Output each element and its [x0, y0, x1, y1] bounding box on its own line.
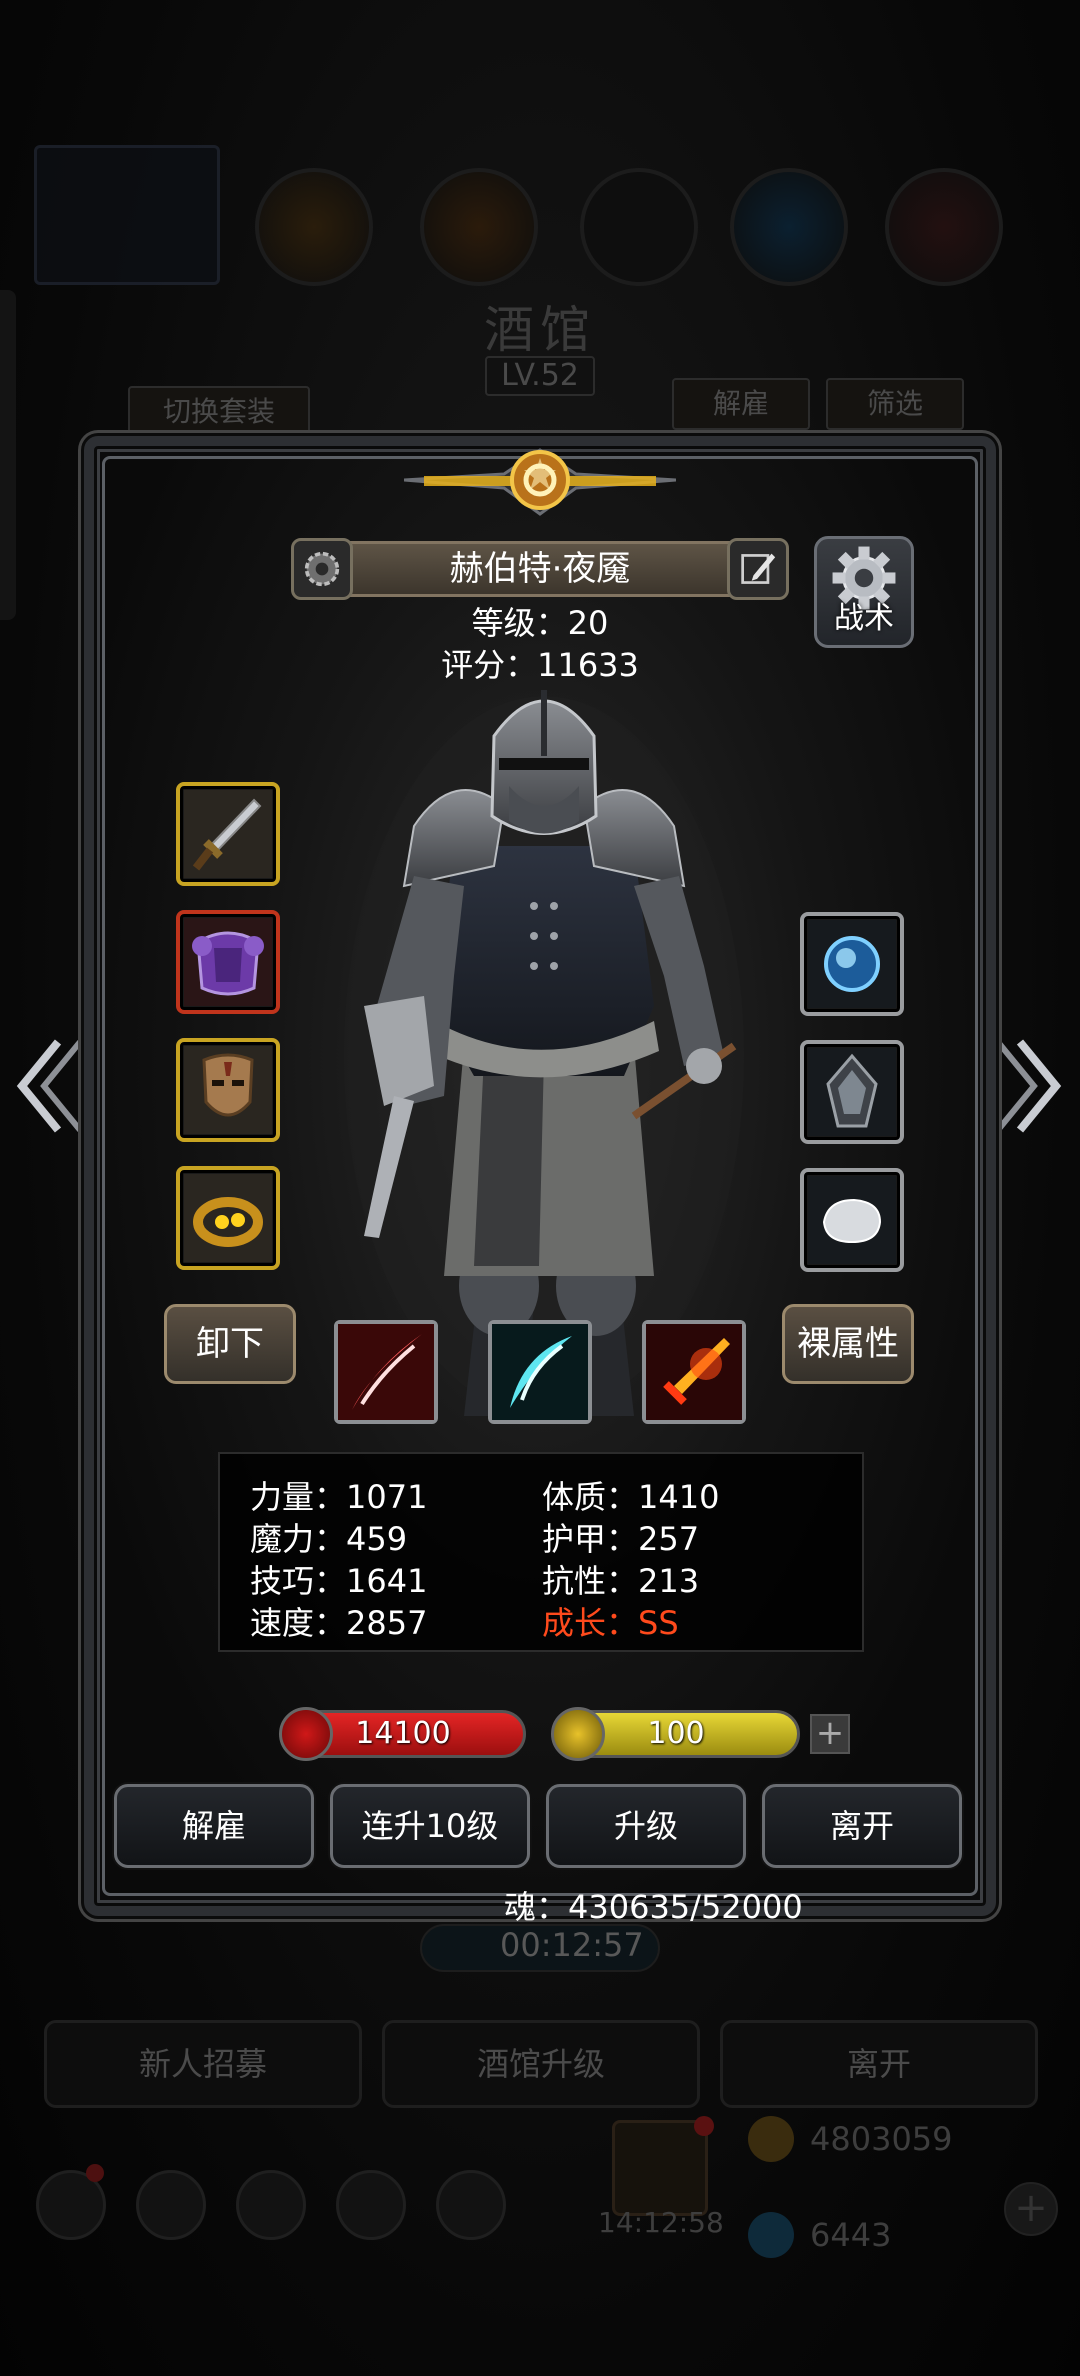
stats-panel: 力量：1071 体质：1410 魔力：459 护甲：257 技巧：1641 抗性… — [218, 1452, 864, 1652]
charm-slot[interactable] — [800, 1040, 904, 1144]
bg-leave-button: 离开 — [720, 2020, 1038, 2108]
helmet-slot[interactable] — [176, 1038, 280, 1142]
recruit-button: 新人招募 — [44, 2020, 362, 2108]
bg-nav-icon — [336, 2170, 406, 2240]
level-up-10-button[interactable]: 连升10级 — [330, 1784, 530, 1868]
dagger-icon — [184, 790, 272, 878]
tavern-title: 酒馆 — [484, 301, 596, 359]
gem-counter: 6443 — [748, 2210, 891, 2260]
next-hero-arrow-icon[interactable] — [994, 1036, 1064, 1136]
amulet-slot[interactable] — [800, 912, 904, 1016]
gem-icon — [748, 2212, 794, 2258]
blue-orb-amulet-icon — [808, 920, 896, 1008]
settings-gear-icon[interactable] — [291, 538, 353, 600]
stat-resistance: 抗性：213 — [542, 1562, 700, 1600]
level-up-button[interactable]: 升级 — [546, 1784, 746, 1868]
mask-icon — [184, 1046, 272, 1134]
stat-magic: 魔力：459 — [250, 1520, 408, 1558]
ring-slot[interactable] — [176, 1166, 280, 1270]
filter-button: 筛选 — [826, 378, 964, 430]
white-stone-icon — [808, 1176, 896, 1264]
fire-sword-skill-icon — [646, 1324, 742, 1420]
armor-slot[interactable] — [176, 910, 280, 1014]
hp-bar: 14100 — [279, 1707, 526, 1761]
bg-nav-icon — [136, 2170, 206, 2240]
bg-menu-icon — [420, 168, 538, 286]
skill-slot-3[interactable] — [642, 1320, 746, 1424]
bg-menu-icon — [580, 168, 698, 286]
bg-plus-icon: + — [1004, 2182, 1058, 2236]
hero-level: 等级：20 — [471, 604, 609, 642]
stat-growth: 成长：SS — [542, 1604, 679, 1642]
stat-strength: 力量：1071 — [250, 1478, 428, 1516]
bg-menu-icon — [885, 168, 1003, 286]
leave-button[interactable]: 离开 — [762, 1784, 962, 1868]
base-attributes-button[interactable]: 裸属性 — [782, 1304, 914, 1384]
bg-nav-icon — [436, 2170, 506, 2240]
purple-armor-icon — [184, 918, 272, 1006]
bg-dismiss-button: 解雇 — [672, 378, 810, 430]
gem-amount: 6443 — [810, 2216, 892, 2254]
souls-counter: 魂：430635/52000 — [504, 1888, 803, 1926]
tavern-upgrade-button: 酒馆升级 — [382, 2020, 700, 2108]
stat-constitution: 体质：1410 — [542, 1478, 720, 1516]
previous-hero-arrow-icon[interactable] — [14, 1036, 84, 1136]
notification-dot — [694, 2116, 714, 2136]
notification-dot — [86, 2164, 104, 2182]
stat-skill: 技巧：1641 — [250, 1562, 428, 1600]
gift-icon — [612, 2120, 708, 2216]
skill-slot-1[interactable] — [334, 1320, 438, 1424]
energy-bar: 100 — [551, 1707, 800, 1761]
bg-clock: 14:12:58 — [598, 2206, 724, 2239]
switch-outfit-button: 切换套装 — [128, 386, 310, 438]
gold-counter: 4803059 — [748, 2114, 953, 2164]
bg-hero-portrait — [34, 145, 220, 285]
bg-menu-icon — [255, 168, 373, 286]
unequip-button[interactable]: 卸下 — [164, 1304, 296, 1384]
gold-amount: 4803059 — [810, 2120, 953, 2158]
emblem-icon — [404, 448, 676, 516]
gold-ring-icon — [184, 1174, 272, 1262]
stat-speed: 速度：2857 — [250, 1604, 428, 1642]
hp-value: 14100 — [355, 1716, 451, 1751]
bg-menu-icon — [730, 168, 848, 286]
energy-value: 100 — [647, 1716, 705, 1751]
hero-portrait — [344, 690, 744, 1416]
bg-nav-icon — [236, 2170, 306, 2240]
tavern-level: LV.52 — [485, 356, 595, 396]
mirror-charm-icon — [808, 1048, 896, 1136]
hero-name-bar: 赫伯特·夜魇 — [291, 538, 789, 600]
cyan-slash-skill-icon — [492, 1324, 588, 1420]
red-slash-skill-icon — [338, 1324, 434, 1420]
gold-coin-icon — [748, 2116, 794, 2162]
add-energy-button[interactable]: + — [810, 1714, 850, 1754]
dismiss-button[interactable]: 解雇 — [114, 1784, 314, 1868]
hero-name: 赫伯特·夜魇 — [449, 549, 631, 589]
weapon-slot[interactable] — [176, 782, 280, 886]
edit-name-icon[interactable] — [727, 538, 789, 600]
hero-detail-dialog: 赫伯特·夜魇 战术 等级：20 评分：11633 卸下 裸属性 力量：1071 … — [84, 436, 996, 1936]
stat-armor: 护甲：257 — [542, 1520, 700, 1558]
stone-slot[interactable] — [800, 1168, 904, 1272]
skill-slot-2[interactable] — [488, 1320, 592, 1424]
